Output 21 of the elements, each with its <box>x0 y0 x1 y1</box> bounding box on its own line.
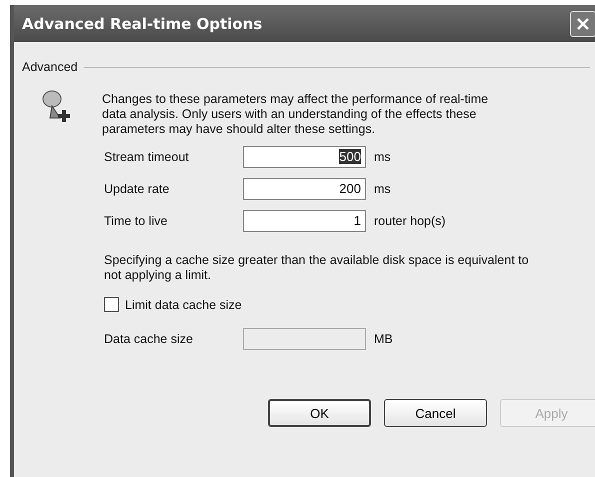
input-field[interactable]: 200 <box>243 178 366 200</box>
field-label: Stream timeout <box>104 150 190 164</box>
intro-text: Changes to these parameters may affect the performance of real-time data analysis. Only users with an understanding of the effects these parameters may have should alter these settings. <box>102 92 490 137</box>
checkbox[interactable] <box>104 297 119 312</box>
field-label: Update rate <box>104 182 170 196</box>
input-field[interactable]: 1 <box>243 210 366 232</box>
checkbox-label: Limit data cache size <box>125 298 242 312</box>
input-field[interactable]: 500 <box>243 146 366 168</box>
group-label: Advanced <box>22 60 78 74</box>
dialog-button[interactable]: Cancel <box>384 399 487 427</box>
dialog-button[interactable]: OK <box>268 399 371 427</box>
unit-label: ms <box>374 182 391 196</box>
window-title: Advanced Real-time Options <box>22 14 262 32</box>
close-button[interactable] <box>570 10 595 36</box>
unit-label: router hop(s) <box>374 214 446 228</box>
cache-note: Specifying a cache size greater than the available disk space is equivalent to not applying a limit. <box>104 253 530 283</box>
unit-label: ms <box>374 150 391 164</box>
field-label: Data cache size <box>104 332 194 346</box>
unit-label: MB <box>374 332 393 346</box>
field-label: Time to live <box>104 214 168 228</box>
close-icon <box>576 16 590 30</box>
